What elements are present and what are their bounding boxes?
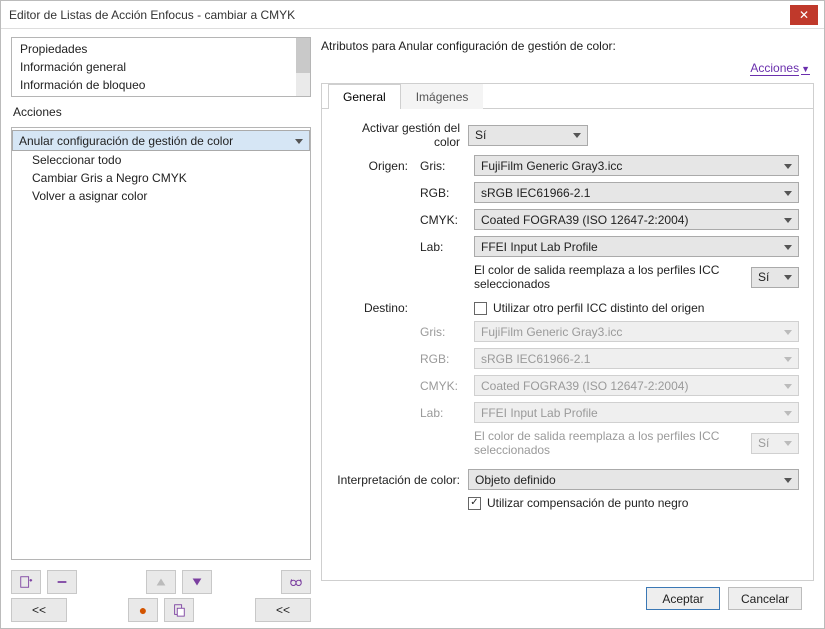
move-down-button[interactable]: [182, 570, 212, 594]
origin-grid: Origen: Gris: FujiFilm Generic Gray3.icc…: [336, 155, 799, 291]
remove-action-button[interactable]: [47, 570, 77, 594]
actions-panel: Anular configuración de gestión de color…: [11, 127, 311, 560]
dest-label: Destino:: [336, 301, 414, 315]
minus-icon: [55, 575, 69, 589]
activate-label: Activar gestión del color: [336, 121, 468, 149]
origin-gray-label: Gris:: [420, 159, 468, 173]
actions-section-label: Acciones: [11, 103, 311, 121]
interp-row: Interpretación de color: Objeto definido: [336, 469, 799, 490]
dest-grid: Destino: Utilizar otro perfil ICC distin…: [336, 301, 799, 457]
tab-general[interactable]: General: [328, 84, 401, 109]
undo-button[interactable]: <<: [11, 598, 67, 622]
triangle-up-icon: [154, 575, 168, 589]
origin-gray-select[interactable]: FujiFilm Generic Gray3.icc: [474, 155, 799, 176]
tab-strip: General Imágenes: [322, 84, 813, 109]
properties-item[interactable]: Propiedades: [12, 40, 310, 58]
record-button[interactable]: ●: [128, 598, 158, 622]
dest-cmyk-label: CMYK:: [420, 379, 468, 393]
attributes-tabbox: General Imágenes Activar gestión del col…: [321, 83, 814, 581]
attributes-title: Atributos para Anular configuración de g…: [321, 37, 814, 59]
dest-note-text: El color de salida reemplaza a los perfi…: [474, 429, 745, 457]
dest-lab-label: Lab:: [420, 406, 468, 420]
close-icon: ✕: [799, 8, 809, 22]
paste-button[interactable]: [164, 598, 194, 622]
interp-select[interactable]: Objeto definido: [468, 469, 799, 490]
blackpoint-label: Utilizar compensación de punto negro: [487, 496, 688, 510]
left-column: Propiedades Información general Informac…: [11, 37, 311, 622]
dest-gray-label: Gris:: [420, 325, 468, 339]
origin-note-select[interactable]: Sí: [751, 267, 799, 288]
activate-row: Activar gestión del color Sí: [336, 121, 799, 149]
scrollbar-thumb[interactable]: [296, 38, 310, 73]
dest-rgb-select: sRGB IEC61966-2.1: [474, 348, 799, 369]
interp-label: Interpretación de color:: [336, 473, 468, 487]
add-action-button[interactable]: [11, 570, 41, 594]
action-item-gray-to-cmyk[interactable]: Cambiar Gris a Negro CMYK: [12, 169, 310, 187]
properties-item[interactable]: Información de bloqueo: [12, 76, 310, 94]
origin-rgb-select[interactable]: sRGB IEC61966-2.1: [474, 182, 799, 203]
activate-value: Sí: [475, 128, 486, 142]
origin-note-row: El color de salida reemplaza a los perfi…: [474, 263, 799, 291]
actions-menu-link[interactable]: Acciones▼: [321, 59, 814, 83]
triangle-down-icon: [190, 575, 204, 589]
action-item-select-all[interactable]: Seleccionar todo: [12, 151, 310, 169]
actions-list[interactable]: Anular configuración de gestión de color…: [12, 128, 310, 207]
dialog-footer: Aceptar Cancelar: [321, 581, 814, 622]
dest-note-row: El color de salida reemplaza a los perfi…: [474, 429, 799, 457]
properties-list[interactable]: Propiedades Información general Informac…: [12, 38, 310, 96]
window-title: Editor de Listas de Acción Enfocus - cam…: [9, 8, 790, 22]
dialog-window: Editor de Listas de Acción Enfocus - cam…: [0, 0, 825, 629]
checkbox-checked-icon: ✓: [468, 497, 481, 510]
dest-other-icc-checkbox[interactable]: Utilizar otro perfil ICC distinto del or…: [474, 301, 799, 315]
glasses-icon: [289, 575, 303, 589]
dest-other-icc-label: Utilizar otro perfil ICC distinto del or…: [493, 301, 704, 315]
chevron-down-icon: ▼: [801, 64, 810, 75]
accept-button[interactable]: Aceptar: [646, 587, 720, 610]
record-icon: ●: [139, 602, 147, 618]
origin-label: Origen:: [336, 159, 414, 173]
properties-panel: Propiedades Información general Informac…: [11, 37, 311, 97]
activate-select[interactable]: Sí: [468, 125, 588, 146]
left-toolbar: << ● <<: [11, 570, 311, 622]
origin-note-text: El color de salida reemplaza a los perfi…: [474, 263, 745, 291]
properties-item[interactable]: Información general: [12, 58, 310, 76]
blackpoint-row: ✓ Utilizar compensación de punto negro: [468, 496, 799, 510]
close-button[interactable]: ✕: [790, 5, 818, 25]
dest-rgb-label: RGB:: [420, 352, 468, 366]
action-item-reassign-color[interactable]: Volver a asignar color: [12, 187, 310, 205]
origin-lab-label: Lab:: [420, 240, 468, 254]
move-up-button[interactable]: [146, 570, 176, 594]
blackpoint-checkbox[interactable]: ✓ Utilizar compensación de punto negro: [468, 496, 688, 510]
dest-gray-select: FujiFilm Generic Gray3.icc: [474, 321, 799, 342]
plus-file-icon: [19, 575, 33, 589]
action-item-override-color[interactable]: Anular configuración de gestión de color: [12, 130, 310, 151]
checkbox-icon: [474, 302, 487, 315]
actions-link-label: Acciones: [750, 61, 799, 76]
dest-cmyk-select: Coated FOGRA39 (ISO 12647-2:2004): [474, 375, 799, 396]
origin-cmyk-select[interactable]: Coated FOGRA39 (ISO 12647-2:2004): [474, 209, 799, 230]
view-mode-button[interactable]: [281, 570, 311, 594]
origin-cmyk-label: CMYK:: [420, 213, 468, 227]
dest-lab-select: FFEI Input Lab Profile: [474, 402, 799, 423]
origin-lab-select[interactable]: FFEI Input Lab Profile: [474, 236, 799, 257]
tab-images[interactable]: Imágenes: [401, 84, 484, 109]
titlebar: Editor de Listas de Acción Enfocus - cam…: [1, 1, 824, 29]
dest-note-select: Sí: [751, 433, 799, 454]
tab-general-content: Activar gestión del color Sí Origen: Gri…: [322, 109, 813, 580]
dialog-body: Propiedades Información general Informac…: [1, 29, 824, 628]
cancel-button[interactable]: Cancelar: [728, 587, 802, 610]
back-button[interactable]: <<: [255, 598, 311, 622]
toolbar-row-2: << ● <<: [11, 598, 311, 622]
origin-rgb-label: RGB:: [420, 186, 468, 200]
clipboard-icon: [172, 603, 186, 617]
toolbar-row-1: [11, 570, 311, 594]
right-column: Atributos para Anular configuración de g…: [321, 37, 814, 622]
